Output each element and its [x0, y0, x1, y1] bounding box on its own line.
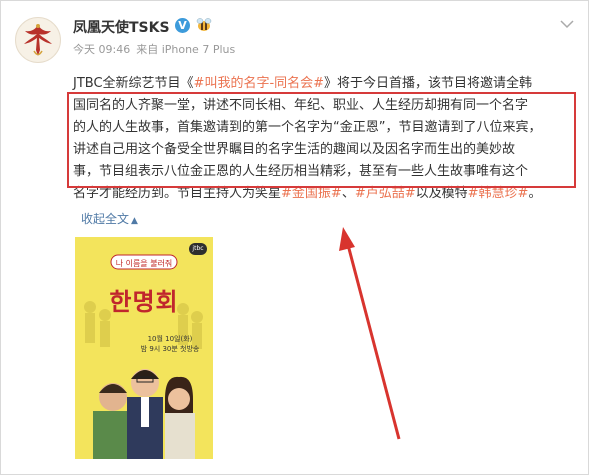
- collapse-label: 收起全文: [81, 212, 130, 226]
- post-text-segment: 。: [528, 186, 542, 201]
- poster-title: 한명회: [109, 288, 179, 316]
- phoenix-avatar-icon: [24, 24, 52, 56]
- bee-icon: [196, 18, 212, 31]
- post-meta: 今天 09:46 来自 iPhone 7 Plus: [73, 41, 241, 57]
- topic-link-host2[interactable]: #卢弘喆#: [355, 186, 416, 201]
- post-text-segment: 》将于今日首播，该节目将邀请全韩: [324, 76, 533, 91]
- show-poster-image[interactable]: jtbc 나 이름을 불러줘 한명회 10월 10일(화) 밤 9시 30분 첫…: [75, 237, 213, 459]
- post-text-segment: 名字才能经历到。节目主持人为笑星: [73, 186, 282, 201]
- avatar[interactable]: [15, 17, 61, 63]
- poster-subtitle: 나 이름을 불러줘: [115, 259, 173, 268]
- post-text-segment: JTBC全新综艺节目《: [73, 76, 194, 91]
- poster-date-line: 10월 10일(화): [147, 335, 193, 343]
- verified-icon: V: [175, 18, 190, 33]
- topic-link-host1[interactable]: #金国振#: [281, 186, 342, 201]
- post-source: 来自 iPhone 7 Plus: [136, 43, 236, 56]
- topic-link-host3[interactable]: #韩慧珍#: [468, 186, 529, 201]
- post-text-segment: 、: [341, 186, 355, 201]
- weibo-post-card: 凤凰天使TSKS V 今天 09:46 来自 iPhone 7 Plus JTBC…: [0, 0, 589, 475]
- topic-link-show[interactable]: #叫我的名字-同名会#: [194, 76, 324, 91]
- poster-date-line: 밤 9시 30분 첫방송: [140, 345, 200, 353]
- chevron-menu-icon[interactable]: [560, 19, 574, 29]
- post-text-segment: 以及模特: [415, 186, 468, 201]
- red-highlight-box: [67, 92, 576, 188]
- post-time[interactable]: 今天 09:46: [73, 43, 130, 56]
- poster-date: 10월 10일(화) 밤 9시 30분 첫방송: [125, 334, 213, 354]
- collapse-text-button[interactable]: 收起全文 ▲: [81, 210, 138, 227]
- username[interactable]: 凤凰天使TSKS: [73, 17, 170, 37]
- caret-up-icon: ▲: [131, 216, 138, 226]
- jtbc-logo: jtbc: [189, 243, 207, 255]
